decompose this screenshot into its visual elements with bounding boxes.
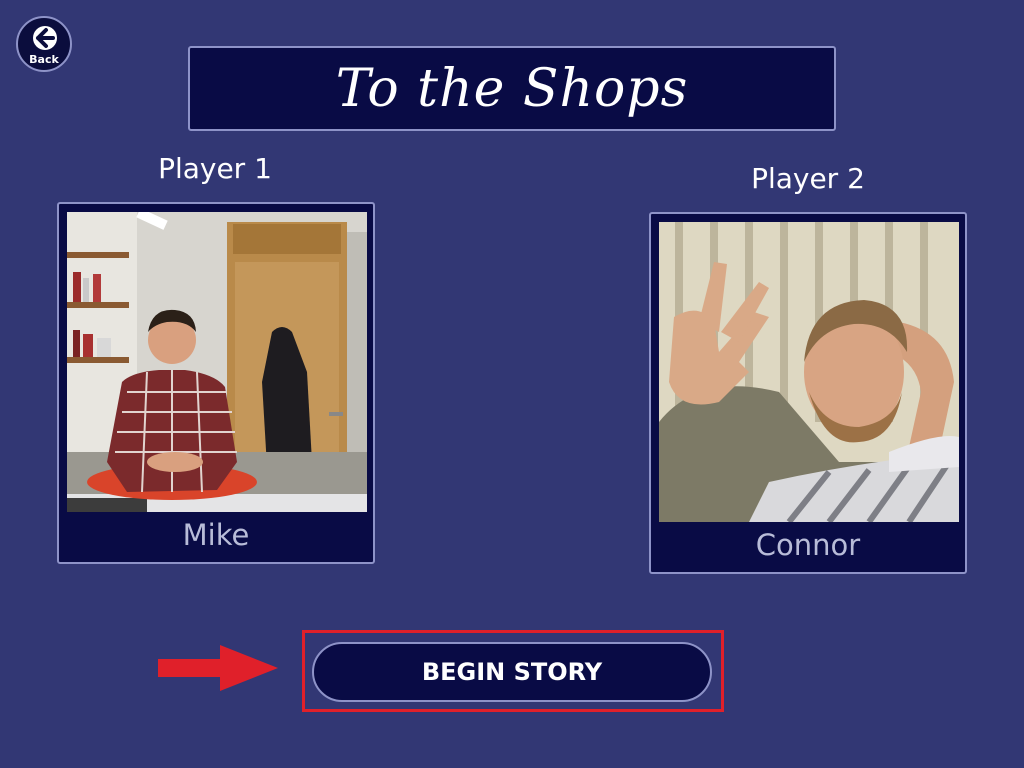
player-1-photo [67, 212, 367, 512]
player-2-name: Connor [755, 528, 861, 562]
player-2-card[interactable]: Connor [649, 212, 967, 574]
arrow-right-icon [158, 645, 278, 691]
back-button[interactable]: Back [16, 16, 72, 72]
player-1-card[interactable]: Mike [57, 202, 375, 564]
arrow-left-icon [33, 26, 57, 50]
back-label: Back [29, 53, 59, 66]
title-banner: To the Shops [188, 46, 836, 131]
player-1-label: Player 1 [158, 152, 272, 185]
screen: Back To the Shops Player 1 Mike Player 2… [0, 0, 1024, 768]
player-2-photo [659, 222, 959, 522]
player-2-label: Player 2 [751, 162, 865, 195]
page-title: To the Shops [335, 58, 689, 119]
begin-story-button[interactable]: BEGIN STORY [312, 642, 712, 702]
player-1-name: Mike [182, 518, 250, 552]
